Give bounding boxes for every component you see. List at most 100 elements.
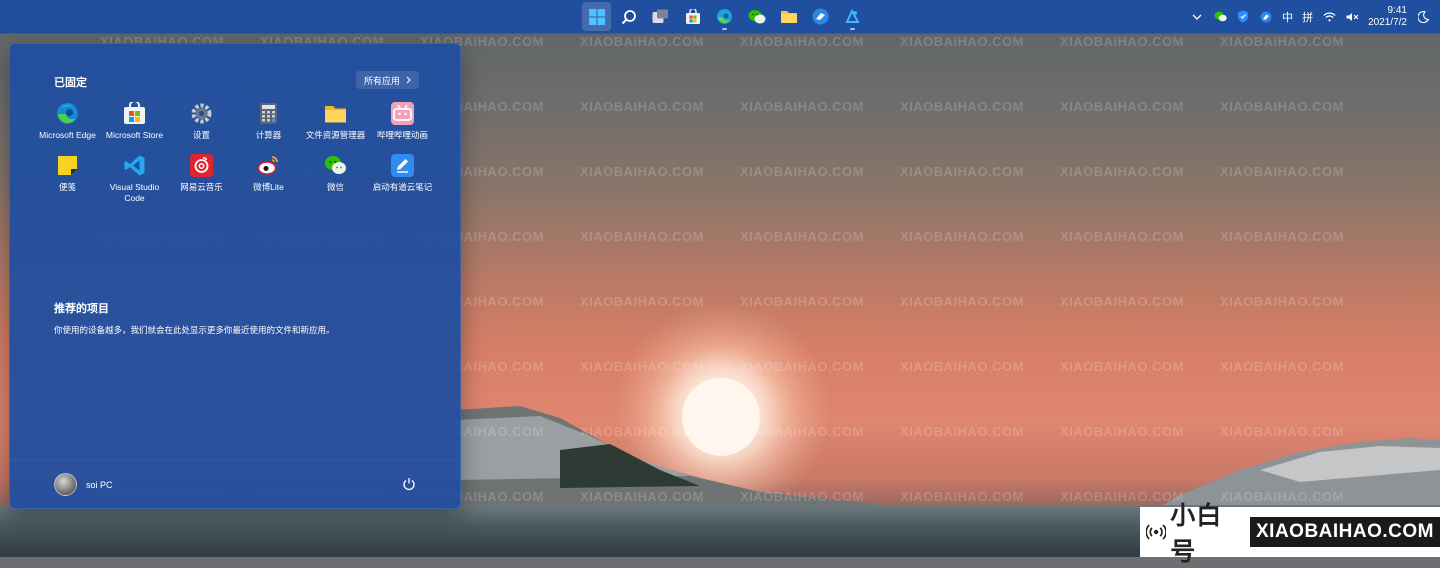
- tray-volume[interactable]: [1345, 10, 1359, 24]
- watermark-text: XIAOBAIHAO.COM: [1060, 424, 1184, 439]
- taskbar: 中 拼 9:41 2021/7/2: [0, 0, 1440, 34]
- pinned-app-youdao-note[interactable]: 启动有道云笔记: [369, 154, 436, 204]
- all-apps-button[interactable]: 所有应用: [356, 71, 420, 89]
- volume-muted-icon: [1346, 12, 1358, 21]
- watermark-text: XIAOBAIHAO.COM: [900, 34, 1024, 49]
- pinned-app-sticky-notes[interactable]: 便笺: [34, 154, 101, 204]
- watermark-text: XIAOBAIHAO.COM: [1220, 229, 1344, 244]
- edge-icon: [56, 102, 79, 125]
- taskbar-explorer-button[interactable]: [774, 2, 803, 31]
- ime-mode-indicator[interactable]: 拼: [1302, 9, 1313, 25]
- watermark-text: XIAOBAIHAO.COM: [740, 424, 864, 439]
- pinned-section-title: 已固定: [54, 77, 87, 89]
- taskbar-app-button[interactable]: [838, 2, 867, 31]
- watermark-text: XIAOBAIHAO.COM: [740, 164, 864, 179]
- watermark-text: XIAOBAIHAO.COM: [580, 229, 704, 244]
- app-label: 哔哩哔哩动画: [376, 130, 428, 140]
- brand-chinese-name: 小白号: [1170, 501, 1223, 566]
- wechat-icon: [748, 9, 765, 23]
- pinned-app-vscode[interactable]: Visual Studio Code: [101, 154, 168, 204]
- watermark-text: XIAOBAIHAO.COM: [1220, 99, 1344, 114]
- app-label: 微信: [326, 182, 344, 192]
- start-menu-footer: soi PC: [10, 459, 460, 508]
- watermark-text: XIAOBAIHAO.COM: [1060, 99, 1184, 114]
- pinned-app-bilibili[interactable]: 哔哩哔哩动画: [369, 102, 436, 141]
- edge-browser-icon: [717, 9, 732, 24]
- app-label: 微博Lite: [253, 182, 284, 192]
- sticky-notes-icon: [56, 154, 79, 177]
- pinned-app-file-explorer[interactable]: 文件资源管理器: [302, 102, 369, 141]
- pinned-app-netease-music[interactable]: 网易云音乐: [168, 154, 235, 204]
- store-icon: [123, 102, 146, 125]
- app-label: 便笺: [58, 182, 76, 192]
- power-icon[interactable]: [402, 477, 416, 491]
- task-view-icon: [652, 9, 668, 23]
- taskbar-wechat-button[interactable]: [742, 2, 771, 31]
- tray-app[interactable]: [1259, 10, 1273, 24]
- app-label: 启动有道云笔记: [372, 182, 433, 192]
- watermark-text: XIAOBAIHAO.COM: [580, 424, 704, 439]
- show-hidden-icons-chevron[interactable]: [1190, 10, 1204, 24]
- wifi-icon: [1322, 12, 1336, 21]
- user-account-button[interactable]: soi PC: [54, 473, 113, 496]
- search-icon: [621, 9, 636, 24]
- search-button[interactable]: [614, 2, 643, 31]
- recommended-section-title: 推荐的项目: [54, 303, 109, 315]
- pinned-app-calculator[interactable]: 计算器: [235, 102, 302, 141]
- tray-security[interactable]: [1236, 10, 1250, 24]
- taskbar-clock[interactable]: 9:41 2021/7/2: [1368, 5, 1407, 29]
- app-label: Microsoft Store: [105, 130, 164, 140]
- wechat-tray-icon: [1214, 11, 1227, 22]
- watermark-text: XIAOBAIHAO.COM: [1060, 489, 1184, 504]
- clock-time: 9:41: [1387, 4, 1407, 16]
- watermark-text: XIAOBAIHAO.COM: [900, 229, 1024, 244]
- pinned-app-store[interactable]: Microsoft Store: [101, 102, 168, 141]
- watermark-text: XIAOBAIHAO.COM: [580, 489, 704, 504]
- watermark-text: XIAOBAIHAO.COM: [900, 359, 1024, 374]
- vscode-icon: [123, 154, 146, 177]
- watermark-text: XIAOBAIHAO.COM: [580, 294, 704, 309]
- pinned-app-edge[interactable]: Microsoft Edge: [34, 102, 101, 141]
- windows-start-icon: [588, 8, 605, 25]
- broadcast-signal-icon: [1146, 524, 1167, 540]
- wechat-icon: [324, 154, 347, 177]
- app-label: 计算器: [255, 130, 282, 140]
- watermark-text: XIAOBAIHAO.COM: [740, 359, 864, 374]
- clock-date: 2021/7/2: [1368, 16, 1407, 28]
- watermark-text: XIAOBAIHAO.COM: [1060, 294, 1184, 309]
- pinned-app-wechat[interactable]: 微信: [302, 154, 369, 204]
- all-apps-label: 所有应用: [364, 75, 401, 86]
- watermark-text: XIAOBAIHAO.COM: [900, 489, 1024, 504]
- tray-wechat[interactable]: [1213, 10, 1227, 24]
- user-name: soi PC: [86, 479, 113, 490]
- start-menu: 已固定 所有应用 Microsoft Edge Microsoft Store …: [9, 43, 461, 509]
- start-button[interactable]: [582, 2, 611, 31]
- feishu-icon: [812, 8, 829, 25]
- watermark-text: XIAOBAIHAO.COM: [740, 229, 864, 244]
- watermark-text: XIAOBAIHAO.COM: [1220, 424, 1344, 439]
- task-view-button[interactable]: [646, 2, 675, 31]
- taskbar-store-button[interactable]: [678, 2, 707, 31]
- watermark-text: XIAOBAIHAO.COM: [740, 34, 864, 49]
- watermark-text: XIAOBAIHAO.COM: [1220, 164, 1344, 179]
- tray-focus-assist[interactable]: [1416, 10, 1430, 24]
- watermark-text: XIAOBAIHAO.COM: [580, 164, 704, 179]
- pinned-app-settings[interactable]: 设置: [168, 102, 235, 141]
- brand-domain: XIAOBAIHAO.COM: [1250, 517, 1440, 547]
- tray-network[interactable]: [1322, 10, 1336, 24]
- watermark-text: XIAOBAIHAO.COM: [900, 294, 1024, 309]
- recommended-empty-text: 你使用的设备越多，我们就会在此处显示更多你最近使用的文件和新应用。: [54, 325, 335, 335]
- app-label: 网易云音乐: [180, 182, 223, 192]
- chevron-right-icon: [406, 76, 411, 84]
- taskbar-edge-button[interactable]: [710, 2, 739, 31]
- microsoft-store-icon: [685, 8, 700, 24]
- weibo-icon: [257, 154, 280, 177]
- taskbar-feishu-button[interactable]: [806, 2, 835, 31]
- app-label: 设置: [192, 130, 210, 140]
- folder-icon: [324, 102, 347, 125]
- taskbar-apps: [582, 2, 867, 31]
- ime-language-indicator[interactable]: 中: [1282, 9, 1293, 25]
- pinned-app-weibo[interactable]: 微博Lite: [235, 154, 302, 204]
- avatar: [54, 473, 77, 496]
- bilibili-icon: [391, 102, 414, 125]
